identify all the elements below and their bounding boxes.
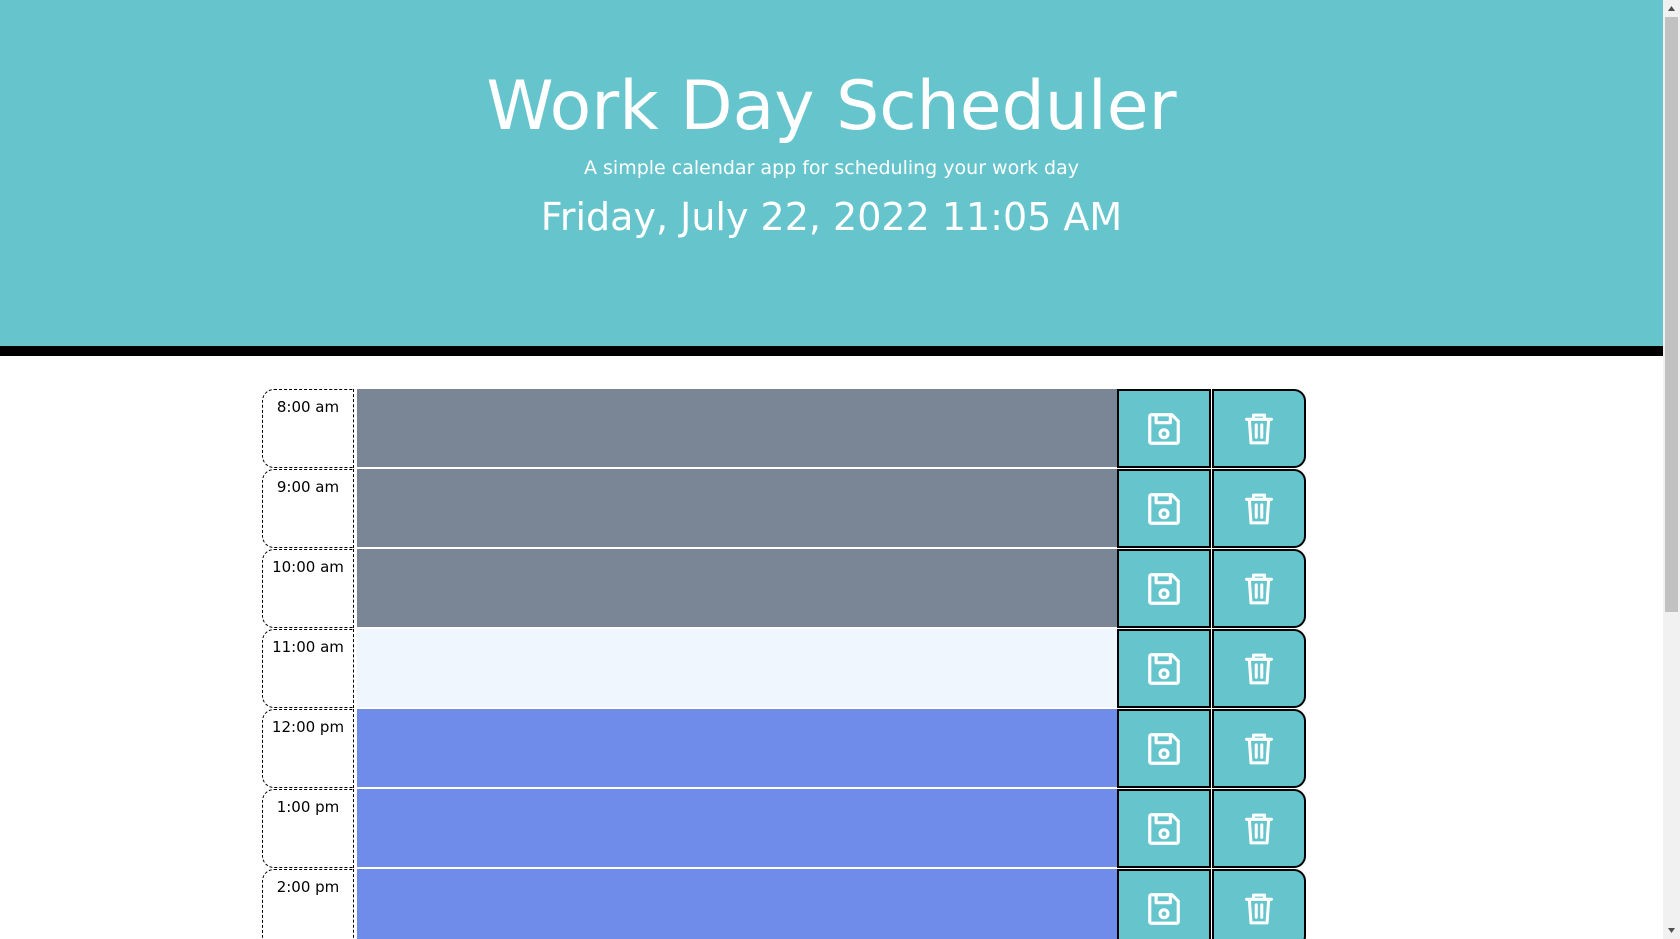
save-button[interactable]: [1117, 789, 1211, 868]
save-button[interactable]: [1117, 389, 1211, 468]
delete-button[interactable]: [1212, 869, 1306, 939]
vertical-scrollbar[interactable]: [1663, 0, 1680, 939]
page-title: Work Day Scheduler: [486, 67, 1177, 146]
event-description-input[interactable]: [357, 629, 1118, 708]
schedule-row: 12:00 pm: [262, 709, 1308, 789]
schedule-row: 11:00 am: [262, 629, 1308, 709]
hour-label: 1:00 pm: [262, 789, 354, 868]
trash-icon: [1242, 651, 1276, 687]
floppy-disk-icon: [1145, 890, 1183, 928]
save-button[interactable]: [1117, 709, 1211, 788]
scroll-up-arrow-icon[interactable]: [1663, 0, 1680, 17]
save-button[interactable]: [1117, 629, 1211, 708]
trash-icon: [1242, 571, 1276, 607]
event-description-input[interactable]: [357, 389, 1118, 468]
save-button[interactable]: [1117, 869, 1211, 939]
trash-icon: [1242, 731, 1276, 767]
trash-icon: [1242, 891, 1276, 927]
floppy-disk-icon: [1145, 410, 1183, 448]
floppy-disk-icon: [1145, 570, 1183, 608]
scrollbar-thumb[interactable]: [1665, 17, 1678, 612]
event-description-input[interactable]: [357, 549, 1118, 628]
schedule-row: 10:00 am: [262, 549, 1308, 629]
delete-button[interactable]: [1212, 629, 1306, 708]
schedule-container: 8:00 am 9:00 am 10:00 am 11:00 am 12:00 pm 1:…: [262, 389, 1308, 939]
delete-button[interactable]: [1212, 549, 1306, 628]
schedule-row: 1:00 pm: [262, 789, 1308, 869]
event-description-input[interactable]: [357, 469, 1118, 548]
floppy-disk-icon: [1145, 810, 1183, 848]
page-subtitle: A simple calendar app for scheduling you…: [583, 157, 1080, 179]
floppy-disk-icon: [1145, 650, 1183, 688]
schedule-row: 9:00 am: [262, 469, 1308, 549]
schedule-row: 8:00 am: [262, 389, 1308, 469]
event-description-input[interactable]: [357, 869, 1118, 939]
delete-button[interactable]: [1212, 389, 1306, 468]
delete-button[interactable]: [1212, 469, 1306, 548]
hour-label: 9:00 am: [262, 469, 354, 548]
trash-icon: [1242, 491, 1276, 527]
current-datetime: Friday, July 22, 2022 11:05 AM: [540, 195, 1123, 239]
floppy-disk-icon: [1145, 730, 1183, 768]
header-banner: Work Day Scheduler A simple calendar app…: [0, 0, 1663, 356]
hour-label: 12:00 pm: [262, 709, 354, 788]
floppy-disk-icon: [1145, 490, 1183, 528]
delete-button[interactable]: [1212, 789, 1306, 868]
hour-label: 10:00 am: [262, 549, 354, 628]
trash-icon: [1242, 411, 1276, 447]
hour-label: 8:00 am: [262, 389, 354, 468]
hour-label: 11:00 am: [262, 629, 354, 708]
page: Work Day Scheduler A simple calendar app…: [0, 0, 1680, 939]
hour-label: 2:00 pm: [262, 869, 354, 939]
save-button[interactable]: [1117, 549, 1211, 628]
scroll-down-arrow-icon[interactable]: [1663, 922, 1680, 939]
schedule-row: 2:00 pm: [262, 869, 1308, 939]
event-description-input[interactable]: [357, 709, 1118, 788]
save-button[interactable]: [1117, 469, 1211, 548]
event-description-input[interactable]: [357, 789, 1118, 868]
delete-button[interactable]: [1212, 709, 1306, 788]
trash-icon: [1242, 811, 1276, 847]
